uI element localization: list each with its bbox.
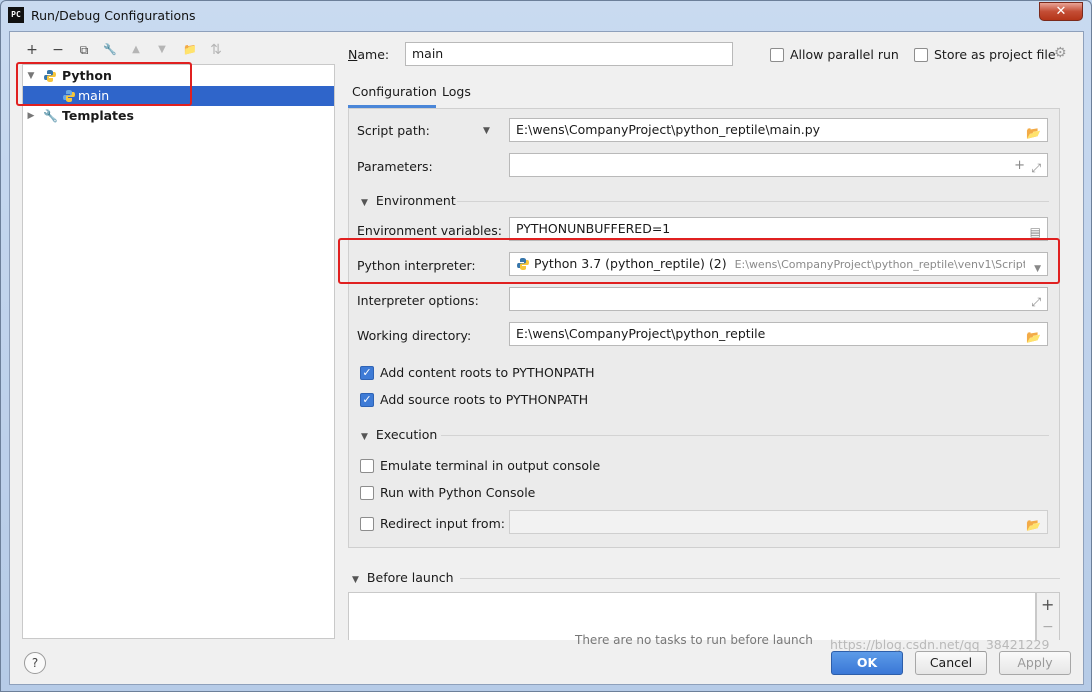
dialog-client-area: + − ⧉ 🔧 ▲ ▼ 📁 ⇅ ▼ Python main ▶ 🔧 Templa… [9, 31, 1084, 685]
separator [457, 201, 1049, 202]
before-launch-list[interactable]: There are no tasks to run before launch [348, 592, 1036, 647]
apply-button[interactable]: Apply [999, 651, 1071, 675]
configuration-tree[interactable]: ▼ Python main ▶ 🔧 Templates [22, 64, 335, 639]
tree-item-python[interactable]: ▼ Python [23, 66, 334, 86]
add-content-roots-label: Add content roots to PYTHONPATH [380, 365, 595, 380]
interpreter-select[interactable]: Python 3.7 (python_reptile) (2) E:\wens\… [509, 252, 1048, 276]
pycharm-app-icon: PC [8, 7, 24, 23]
python-icon [517, 258, 529, 270]
add-icon[interactable]: + [22, 40, 42, 60]
env-vars-label: Environment variables: [357, 223, 502, 238]
emulate-terminal-checkbox[interactable] [360, 459, 374, 473]
title-bar[interactable]: PC Run/Debug Configurations ✕ [1, 1, 1091, 31]
collapsed-arrow-icon[interactable]: ▶ [26, 106, 36, 126]
separator [460, 578, 1060, 579]
tree-item-templates-label: Templates [62, 108, 134, 123]
chevron-down-icon[interactable]: ▼ [1034, 258, 1041, 275]
remove-icon[interactable]: − [48, 40, 68, 60]
script-path-dropdown-icon[interactable]: ▼ [483, 126, 490, 136]
cancel-button[interactable]: Cancel [915, 651, 987, 675]
tab-configuration[interactable]: Configuration [348, 80, 437, 108]
add-parameter-icon[interactable]: + [1014, 155, 1025, 176]
allow-parallel-label: Allow parallel run [790, 47, 899, 62]
sort-icon[interactable]: ⇅ [206, 40, 226, 60]
name-label: Name: [348, 47, 390, 62]
execution-section-label: Execution [375, 427, 438, 442]
interpreter-name: Python 3.7 (python_reptile) (2) [534, 256, 727, 271]
tree-item-python-label: Python [62, 68, 112, 83]
add-source-roots-label: Add source roots to PYTHONPATH [380, 392, 589, 407]
ok-button[interactable]: OK [831, 651, 903, 675]
add-content-roots-checkbox[interactable]: ✓ [360, 366, 374, 380]
move-up-icon[interactable]: ▲ [126, 40, 146, 60]
tree-item-main-label: main [78, 88, 110, 103]
before-launch-toolbar: + − [1036, 592, 1060, 640]
remove-task-icon[interactable]: − [1042, 619, 1054, 635]
folder-icon[interactable]: 📂 [1026, 122, 1041, 141]
collapse-arrow-icon: ▼ [361, 198, 368, 208]
add-source-roots-checkbox[interactable]: ✓ [360, 393, 374, 407]
wrench-icon[interactable]: 🔧 [100, 40, 120, 60]
working-dir-label: Working directory: [357, 328, 472, 343]
dialog-window: PC Run/Debug Configurations ✕ + − ⧉ 🔧 ▲ … [0, 0, 1092, 692]
python-file-icon [63, 90, 75, 102]
before-launch-section[interactable]: ▼ Before launch [352, 570, 454, 585]
window-title: Run/Debug Configurations [31, 8, 196, 23]
environment-section-label: Environment [375, 193, 456, 208]
new-folder-icon[interactable]: 📁 [180, 40, 200, 60]
execution-section[interactable]: ▼ Execution [361, 427, 437, 442]
allow-parallel-checkbox[interactable] [770, 48, 784, 62]
add-task-icon[interactable]: + [1041, 595, 1054, 614]
expand-icon[interactable]: ⤢ [1031, 157, 1041, 176]
tab-logs[interactable]: Logs [438, 80, 478, 108]
working-dir-value: E:\wens\CompanyProject\python_reptile [516, 326, 766, 341]
python-icon [44, 70, 56, 82]
document-icon[interactable]: ▤ [1030, 221, 1041, 240]
expanded-arrow-icon[interactable]: ▼ [26, 66, 36, 86]
tree-item-templates[interactable]: ▶ 🔧 Templates [23, 106, 334, 126]
before-launch-label: Before launch [366, 570, 454, 585]
redirect-input-field[interactable]: 📂 [509, 510, 1048, 534]
close-window-button[interactable]: ✕ [1039, 2, 1083, 21]
expand-icon[interactable]: ⤢ [1031, 291, 1041, 310]
before-launch-empty-text: There are no tasks to run before launch [575, 633, 813, 647]
separator [441, 435, 1049, 436]
script-path-label: Script path: [357, 123, 430, 138]
store-project-label: Store as project file [934, 47, 1056, 62]
run-python-console-label: Run with Python Console [380, 485, 536, 500]
script-path-value: E:\wens\CompanyProject\python_reptile\ma… [516, 122, 821, 137]
script-path-input[interactable]: E:\wens\CompanyProject\python_reptile\ma… [509, 118, 1048, 142]
collapse-arrow-icon: ▼ [352, 575, 359, 585]
folder-icon[interactable]: 📂 [1026, 514, 1041, 533]
tree-item-main[interactable]: main [23, 86, 334, 106]
wrench-icon: 🔧 [43, 109, 58, 123]
folder-icon[interactable]: 📂 [1026, 326, 1041, 345]
collapse-arrow-icon: ▼ [361, 432, 368, 442]
redirect-input-checkbox[interactable] [360, 517, 374, 531]
name-input[interactable]: main [405, 42, 733, 66]
parameters-input[interactable]: + ⤢ [509, 153, 1048, 177]
help-button[interactable]: ? [24, 652, 46, 674]
parameters-label: Parameters: [357, 159, 433, 174]
configuration-panel: Script path: ▼ E:\wens\CompanyProject\py… [348, 108, 1060, 548]
env-vars-value: PYTHONUNBUFFERED=1 [516, 221, 671, 236]
redirect-input-label: Redirect input from: [380, 516, 505, 531]
environment-section[interactable]: ▼ Environment [361, 193, 456, 208]
interpreter-label: Python interpreter: [357, 258, 476, 273]
emulate-terminal-label: Emulate terminal in output console [380, 458, 601, 473]
interp-options-input[interactable]: ⤢ [509, 287, 1048, 311]
gear-icon[interactable]: ⚙ [1054, 45, 1067, 61]
move-down-icon[interactable]: ▼ [152, 40, 172, 60]
copy-icon[interactable]: ⧉ [74, 40, 94, 60]
working-dir-input[interactable]: E:\wens\CompanyProject\python_reptile 📂 [509, 322, 1048, 346]
interp-options-label: Interpreter options: [357, 293, 479, 308]
env-vars-input[interactable]: PYTHONUNBUFFERED=1 ▤ [509, 217, 1048, 241]
store-project-checkbox[interactable] [914, 48, 928, 62]
interpreter-path: E:\wens\CompanyProject\python_reptile\ve… [734, 258, 1047, 271]
run-python-console-checkbox[interactable] [360, 486, 374, 500]
